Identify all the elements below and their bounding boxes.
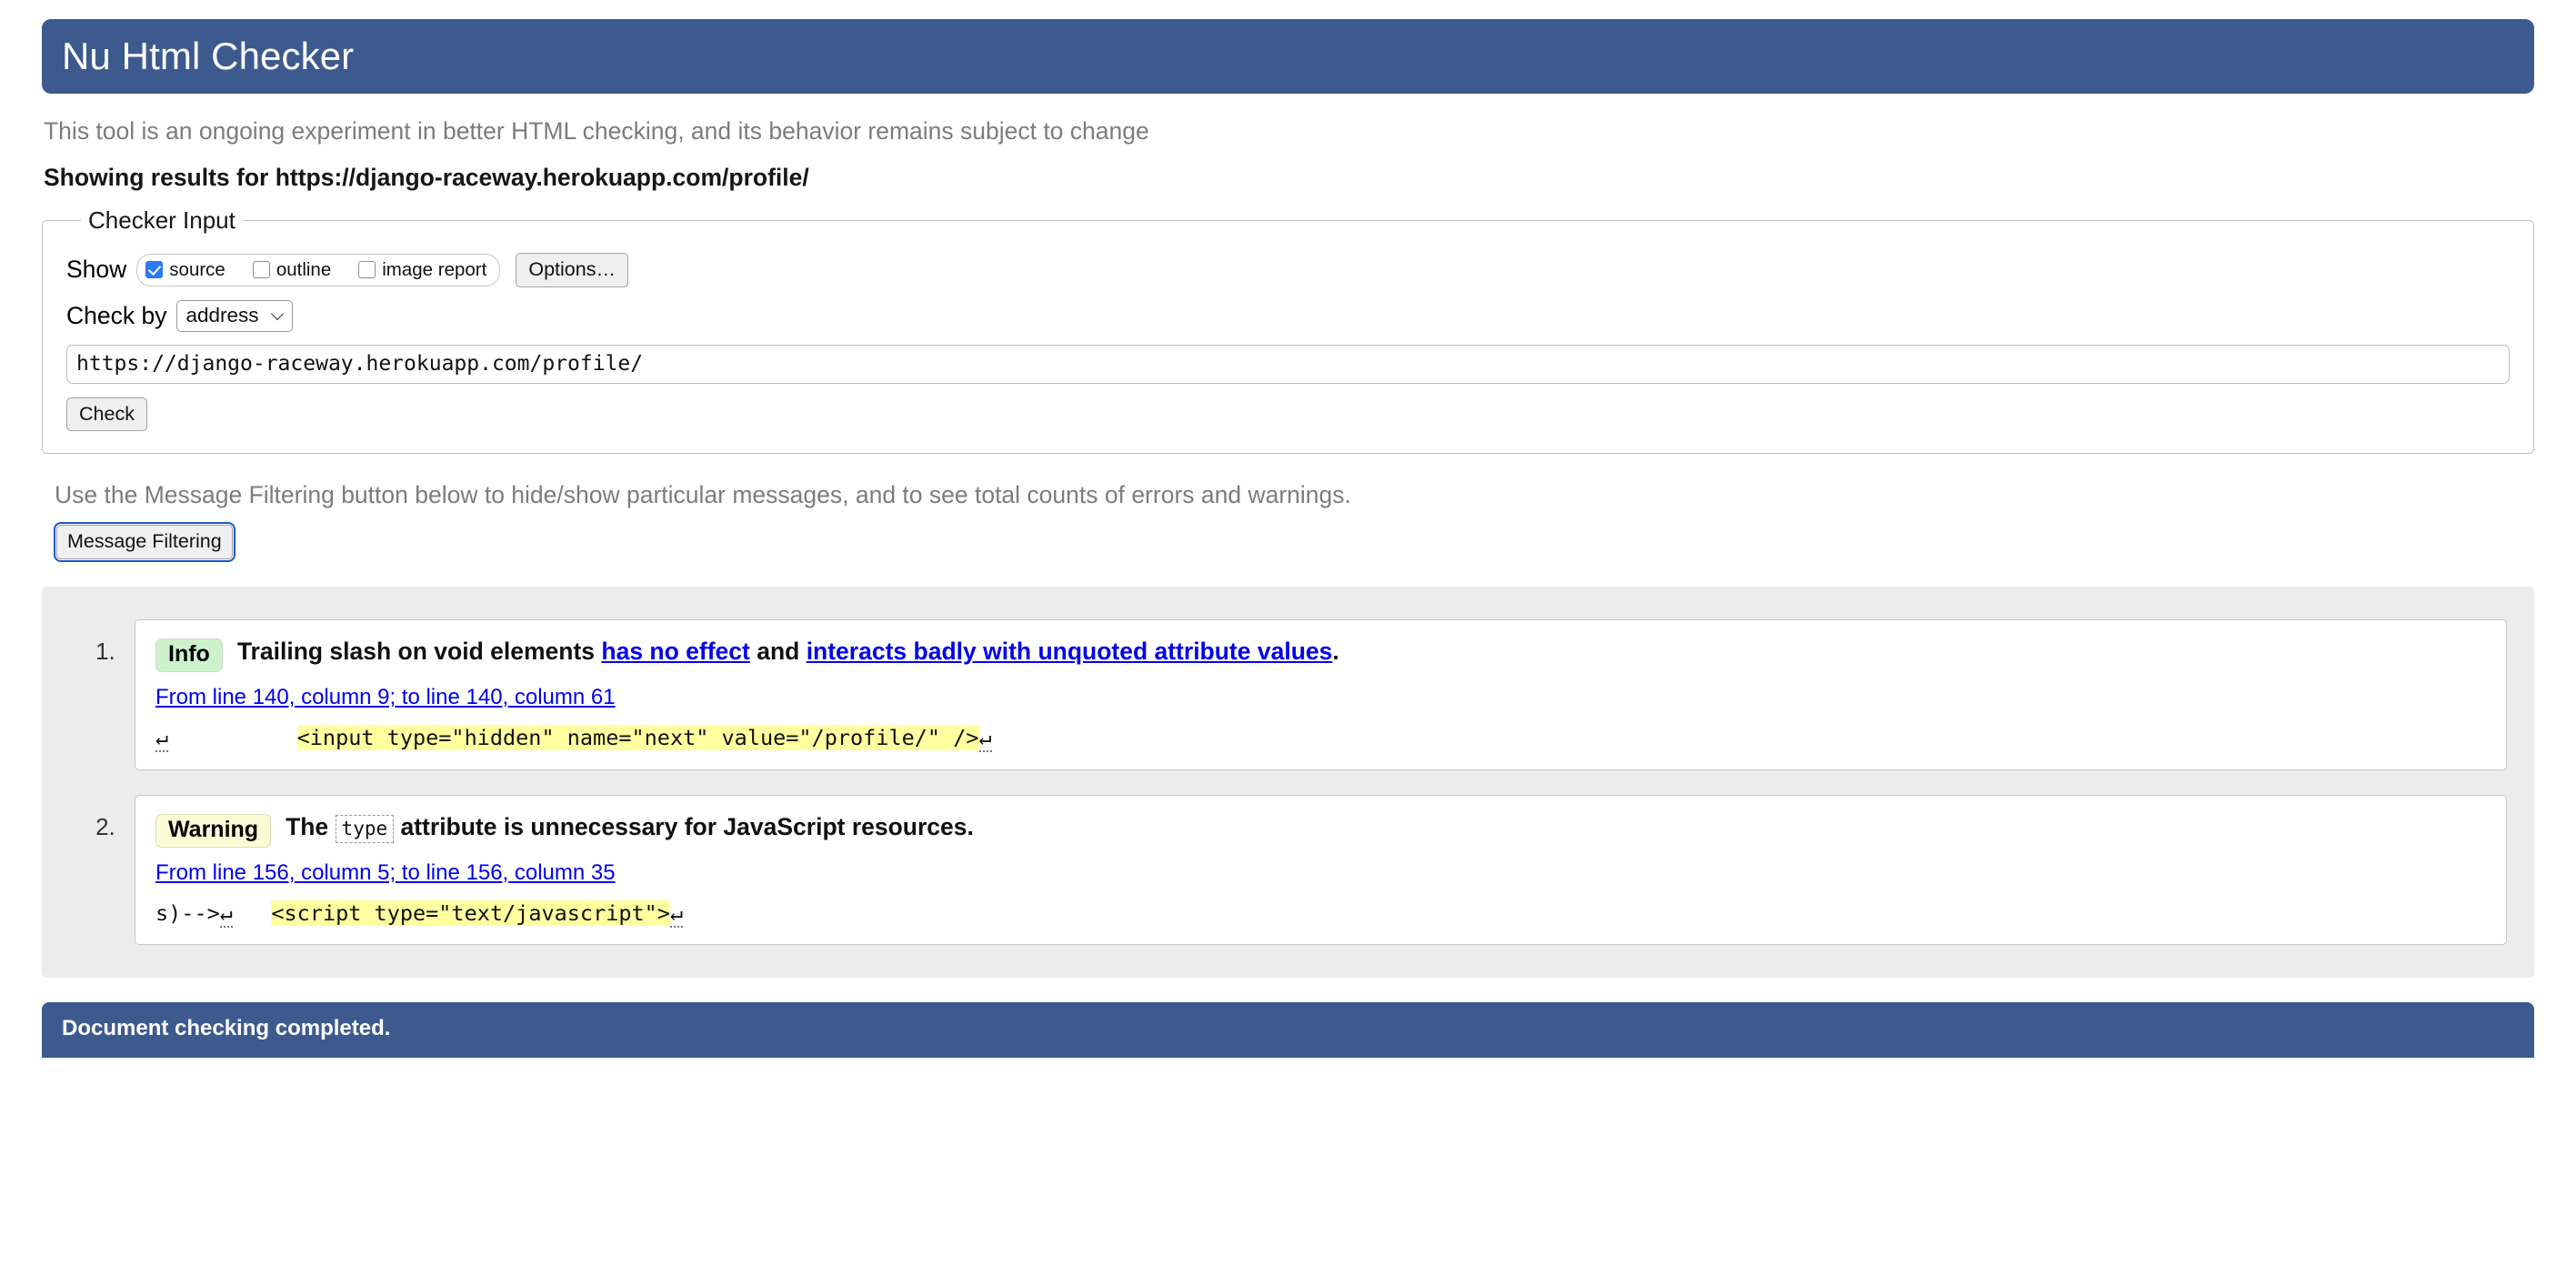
message-text-2-before: The <box>286 812 336 840</box>
check-button[interactable]: Check <box>66 397 147 432</box>
message-text-1-middle: and <box>749 638 807 666</box>
carriage-return-icon: ↵ <box>155 725 169 753</box>
message-extract-1: ↵ <input type="hidden" name="next" value… <box>155 725 2486 753</box>
checker-input-legend: Checker Input <box>88 206 236 234</box>
extract-highlight-2: <script type="text/javascript"> <box>271 899 670 926</box>
show-label: Show <box>66 256 127 284</box>
message-card-2: Warning The type attribute is unnecessar… <box>135 794 2507 945</box>
check-by-selected-value: address <box>185 303 259 327</box>
message-text-1: Trailing slash on void elements has no e… <box>237 637 1339 667</box>
status-badge: Info <box>155 638 223 673</box>
carriage-return-icon: ↵ <box>978 725 992 753</box>
carriage-return-icon: ↵ <box>669 899 684 928</box>
show-row: Show source outline image report Options… <box>66 253 2510 287</box>
checkbox-outline-box[interactable] <box>252 261 270 279</box>
message-link-unquoted-attribute-values[interactable]: interacts badly with unquoted attribute … <box>807 638 1333 665</box>
show-checkbox-group: source outline image report <box>136 253 501 286</box>
check-by-label: Check by <box>66 301 167 329</box>
checkbox-source-box[interactable] <box>145 261 164 279</box>
message-text-2-after: attribute is unnecessary for JavaScript … <box>394 812 974 840</box>
message-location-link-1[interactable]: From line 140, column 9; to line 140, co… <box>155 685 2486 710</box>
checkbox-image-report-label: image report <box>382 258 487 280</box>
chevron-down-icon <box>270 307 284 321</box>
checkbox-outline[interactable]: outline <box>252 258 332 281</box>
message-card-1: Info Trailing slash on void elements has… <box>135 619 2507 770</box>
page-container: Nu Html Checker This tool is an ongoing … <box>0 19 2576 1058</box>
results-panel: Info Trailing slash on void elements has… <box>42 587 2534 978</box>
message-link-has-no-effect[interactable]: has no effect <box>601 638 749 665</box>
message-filtering-button[interactable]: Message Filtering <box>54 522 236 563</box>
list-item: Info Trailing slash on void elements has… <box>122 619 2507 770</box>
check-by-row: Check by address <box>66 299 2510 332</box>
message-text-1-before: Trailing slash on void elements <box>236 638 602 666</box>
filtering-hint-text: Use the Message Filtering button below t… <box>55 481 1351 509</box>
message-list: Info Trailing slash on void elements has… <box>69 619 2507 945</box>
carriage-return-icon: ↵ <box>219 899 233 928</box>
message-text-2: The type attribute is unnecessary for Ja… <box>286 812 974 843</box>
status-bar: Document checking completed. <box>42 1001 2534 1058</box>
checkbox-image-report-box[interactable] <box>358 261 376 279</box>
message-header-1: Info Trailing slash on void elements has… <box>155 637 2486 673</box>
message-text-1-after: . <box>1332 638 1339 666</box>
checker-input-fieldset: Checker Input Show source outline image … <box>42 206 2534 455</box>
extract-prefix-2: s)--> <box>155 899 220 926</box>
checkbox-source-label: source <box>169 258 226 280</box>
list-item: Warning The type attribute is unnecessar… <box>122 794 2507 945</box>
inline-code-type: type <box>335 814 395 843</box>
extract-gap-2 <box>233 900 271 926</box>
app-title: Nu Html Checker <box>62 35 355 77</box>
status-badge: Warning <box>155 813 272 848</box>
extract-highlight-1: <input type="hidden" name="next" value="… <box>296 725 979 751</box>
options-button[interactable]: Options… <box>516 253 628 287</box>
app-header-banner: Nu Html Checker <box>42 19 2534 94</box>
extract-gap-1 <box>168 725 296 750</box>
message-header-2: Warning The type attribute is unnecessar… <box>155 812 2486 848</box>
checkbox-outline-label: outline <box>276 258 332 280</box>
checkbox-source[interactable]: source <box>145 259 226 281</box>
message-location-link-2[interactable]: From line 156, column 5; to line 156, co… <box>155 860 2486 886</box>
message-extract-2: s)-->↵ <script type="text/javascript">↵ <box>155 899 2486 928</box>
checkbox-image-report[interactable]: image report <box>358 259 486 281</box>
check-by-select[interactable]: address <box>176 299 293 332</box>
tagline-text: This tool is an ongoing experiment in be… <box>44 117 1149 145</box>
showing-results-text: Showing results for https://django-racew… <box>44 164 809 191</box>
document-address-input[interactable] <box>66 344 2510 384</box>
